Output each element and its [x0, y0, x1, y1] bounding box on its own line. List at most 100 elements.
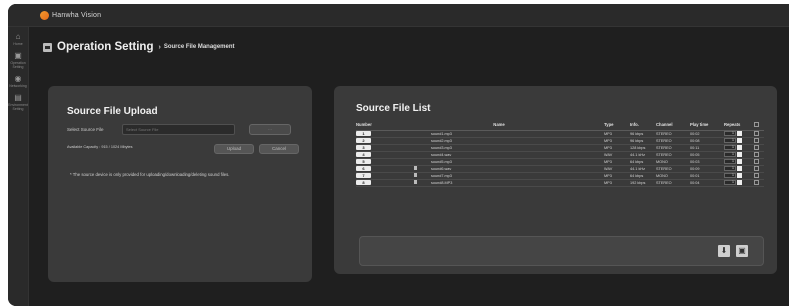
select-all-checkbox[interactable]	[754, 122, 759, 128]
sidebar-item-label: Home	[13, 42, 23, 46]
row-type: WAV	[604, 165, 630, 173]
delete-button[interactable]: ▣	[736, 245, 748, 257]
row-checkbox[interactable]	[754, 159, 759, 164]
repeats-dropdown-icon[interactable]	[737, 173, 742, 178]
home-icon: ⌂	[15, 32, 21, 41]
table-row[interactable]: 8 sound8.MP3 MP3 192 kbps STEREO 00:04 1	[356, 179, 764, 187]
cancel-button[interactable]: Cancel	[259, 144, 299, 154]
sidebar-item-environment-setting[interactable]: ▤ Environment Setting	[8, 93, 28, 112]
column-header-channel: Channel	[656, 120, 690, 131]
repeats-input[interactable]: 1	[724, 159, 736, 164]
repeats-input[interactable]: 1	[724, 145, 736, 150]
row-file-name: sound8.MP3	[431, 181, 453, 185]
networking-icon: ◉	[14, 74, 22, 83]
repeats-input[interactable]: 1	[724, 180, 736, 185]
row-file-name: sound1.mp3	[431, 131, 452, 136]
row-checkbox[interactable]	[754, 180, 759, 185]
row-checkbox[interactable]	[754, 131, 759, 136]
row-number-cell: 6	[356, 165, 394, 173]
repeats-input[interactable]: 1	[724, 152, 736, 157]
environment-setting-icon: ▤	[14, 93, 22, 102]
repeats-dropdown-icon[interactable]	[737, 166, 742, 171]
sidebar-item-networking[interactable]: ◉ Networking	[8, 74, 28, 89]
repeats-input[interactable]: 1	[724, 131, 736, 136]
row-file-name: sound4.wav	[431, 152, 452, 157]
sidebar-item-label: Environment Setting	[8, 103, 28, 111]
row-channel: STEREO	[656, 179, 690, 187]
table-row[interactable]: 4 sound4.wav WAV 44.1 kHz STEREO 00:05 1	[356, 151, 764, 159]
row-play-time: 00:02	[690, 130, 724, 138]
repeats-input[interactable]: 1	[724, 138, 736, 143]
table-row[interactable]: 5 sound5.mp3 MP3 64 kbps MONO 00:03 1	[356, 158, 764, 166]
operation-setting-icon	[43, 42, 52, 52]
file-icon	[414, 166, 417, 170]
row-repeats-cell: 1	[724, 165, 754, 173]
row-type: MP3	[604, 137, 630, 145]
row-checkbox[interactable]	[754, 166, 759, 171]
breadcrumb-separator: ›	[158, 43, 161, 51]
row-checkbox-cell	[754, 158, 764, 166]
row-number-cell: 4	[356, 151, 394, 159]
row-info: 64 kbps	[630, 172, 656, 180]
row-repeats-cell: 1	[724, 144, 754, 152]
repeats-dropdown-icon[interactable]	[737, 131, 742, 136]
row-file-name: sound3.mp3	[431, 145, 452, 150]
table-row[interactable]: 3 sound3.mp3 MP3 128 kbps STEREO 00:11 1	[356, 144, 764, 152]
column-header-info: Info.	[630, 120, 656, 131]
download-button[interactable]: ⬇	[718, 245, 730, 257]
repeats-dropdown-icon[interactable]	[737, 145, 742, 150]
row-number-cell: 5	[356, 158, 394, 166]
repeats-dropdown-icon[interactable]	[737, 152, 742, 157]
row-file-name: sound6.wav	[431, 167, 452, 171]
table-row[interactable]: 7 sound7.mp3 MP3 64 kbps MONO 00:01 1	[356, 172, 764, 180]
table-row[interactable]: 6 sound6.wav WAV 44.1 kHz STEREO 00:09 1	[356, 165, 764, 173]
row-number-cell: 3	[356, 144, 394, 152]
sidebar-item-home[interactable]: ⌂ Home	[8, 32, 28, 47]
brand-name: Hanwha Vision	[52, 11, 102, 19]
repeats-input[interactable]: 1	[724, 173, 736, 178]
row-play-time: 00:03	[690, 158, 724, 166]
row-type: MP3	[604, 179, 630, 187]
source-file-table: Number Name Type Info. Channel Play time…	[356, 120, 764, 187]
row-type: WAV	[604, 151, 630, 159]
row-info: 128 kbps	[630, 144, 656, 152]
row-channel: STEREO	[656, 137, 690, 145]
row-channel: MONO	[656, 172, 690, 180]
source-file-input[interactable]: Select Source File	[122, 124, 235, 135]
row-number: 3	[356, 145, 371, 150]
table-row[interactable]: 2 sound2.mp3 MP3 96 kbps STEREO 00:08 1	[356, 137, 764, 145]
row-number: 6	[356, 166, 371, 171]
sidebar-item-operation-setting[interactable]: ▣ Operation Setting	[8, 52, 28, 70]
sidebar-item-label: Networking	[9, 84, 27, 88]
repeats-input[interactable]: 1	[724, 166, 736, 171]
row-play-time: 00:04	[690, 179, 724, 187]
row-number: 1	[356, 131, 371, 136]
row-checkbox-cell	[754, 179, 764, 187]
browse-button[interactable]: ...	[249, 124, 291, 135]
row-repeats-cell: 1	[724, 151, 754, 159]
row-checkbox[interactable]	[754, 152, 759, 157]
repeats-dropdown-icon[interactable]	[737, 180, 742, 185]
row-checkbox[interactable]	[754, 145, 759, 150]
file-icon	[414, 180, 417, 184]
row-file-name: sound5.mp3	[431, 159, 452, 164]
available-capacity: Available Capacity : 915 / 1024 Mbytes	[67, 145, 133, 149]
row-checkbox[interactable]	[754, 173, 759, 178]
row-checkbox-cell	[754, 151, 764, 159]
row-file-name: sound2.mp3	[431, 138, 452, 143]
repeats-dropdown-icon[interactable]	[737, 138, 742, 143]
column-header-repeats: Repeats	[724, 120, 754, 131]
repeats-dropdown-icon[interactable]	[737, 159, 742, 164]
row-checkbox-cell	[754, 137, 764, 145]
row-number: 2	[356, 138, 371, 143]
upload-note: * The source device is only provided for…	[70, 172, 230, 177]
row-checkbox-cell	[754, 165, 764, 173]
row-number: 7	[356, 173, 371, 178]
row-number-cell: 1	[356, 130, 394, 138]
row-checkbox[interactable]	[754, 138, 759, 143]
row-checkbox-cell	[754, 144, 764, 152]
row-type: MP3	[604, 144, 630, 152]
upload-button[interactable]: Upload	[214, 144, 254, 154]
table-row[interactable]: 1 sound1.mp3 MP3 96 kbps STEREO 00:02 1	[356, 130, 764, 138]
row-name-cell: sound7.mp3	[394, 172, 604, 180]
